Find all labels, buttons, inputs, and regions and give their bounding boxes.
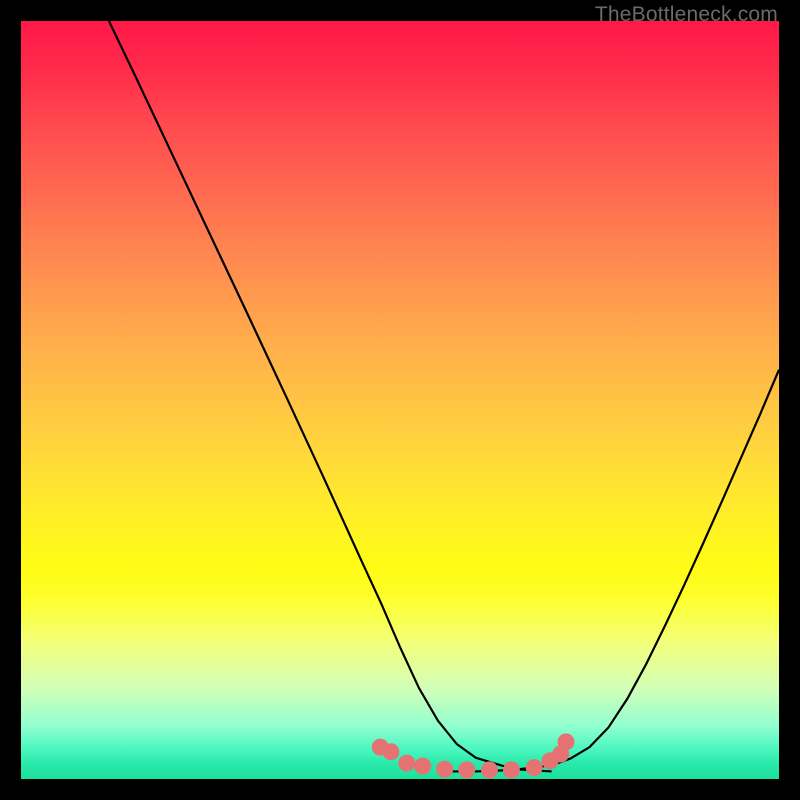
outer-frame: TheBottleneck.com bbox=[0, 0, 800, 800]
marker-dot bbox=[382, 743, 399, 760]
left-curve bbox=[109, 21, 552, 771]
chart-svg bbox=[21, 21, 779, 779]
plot-area bbox=[21, 21, 779, 779]
marker-dot bbox=[398, 755, 415, 772]
marker-dot bbox=[458, 761, 475, 778]
marker-dot bbox=[558, 733, 575, 750]
watermark-text: TheBottleneck.com bbox=[595, 3, 778, 27]
marker-dot bbox=[481, 761, 498, 778]
marker-dot bbox=[436, 761, 453, 778]
marker-dot bbox=[503, 761, 520, 778]
right-curve bbox=[438, 370, 779, 772]
marker-dot bbox=[414, 758, 431, 775]
marker-dot bbox=[526, 759, 543, 776]
